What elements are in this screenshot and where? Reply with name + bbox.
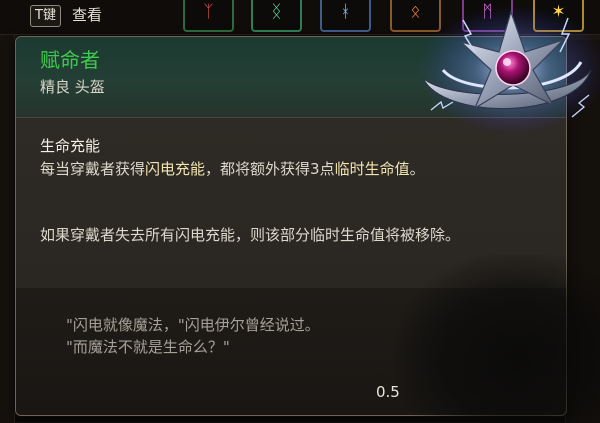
desc-highlight: 临时生命值	[334, 160, 410, 178]
hotbar-slot[interactable]: ᛉ	[183, 0, 234, 32]
ability-description: 每当穿戴者获得闪电充能，都将额外获得3点临时生命值。	[40, 158, 480, 180]
desc-highlight: 闪电充能	[145, 160, 206, 178]
rune-icon: ᚼ	[340, 2, 351, 22]
desc-text: 。	[409, 160, 425, 178]
desc-text: 每当穿戴者获得	[40, 160, 146, 178]
circlet-icon	[418, 5, 600, 135]
item-rarity-type: 精良 头盔	[40, 78, 105, 96]
flavor-text-line: "而魔法不就是生命么？"	[66, 338, 230, 356]
flavor-text-line: "闪电就像魔法，"闪电伊尔曾经说过。	[66, 316, 320, 334]
ability-title: 生命充能	[40, 137, 101, 155]
ability-description-2: 如果穿戴者失去所有闪电充能，则该部分临时生命值将被移除。	[40, 226, 461, 244]
item-name: 赋命者	[40, 48, 100, 72]
hotbar-slot[interactable]: ᚼ	[320, 0, 371, 32]
left-panel-edge	[0, 0, 15, 423]
corner-shadow	[395, 255, 600, 423]
desc-text: ，都将额外获得3点	[205, 160, 335, 178]
inspect-label[interactable]: 查看	[72, 5, 102, 25]
rune-icon: ᛉ	[203, 2, 214, 22]
t-key-badge[interactable]: T键	[30, 5, 61, 27]
rune-icon: ᛝ	[271, 2, 282, 22]
hotbar-slot[interactable]: ᛝ	[251, 0, 302, 32]
